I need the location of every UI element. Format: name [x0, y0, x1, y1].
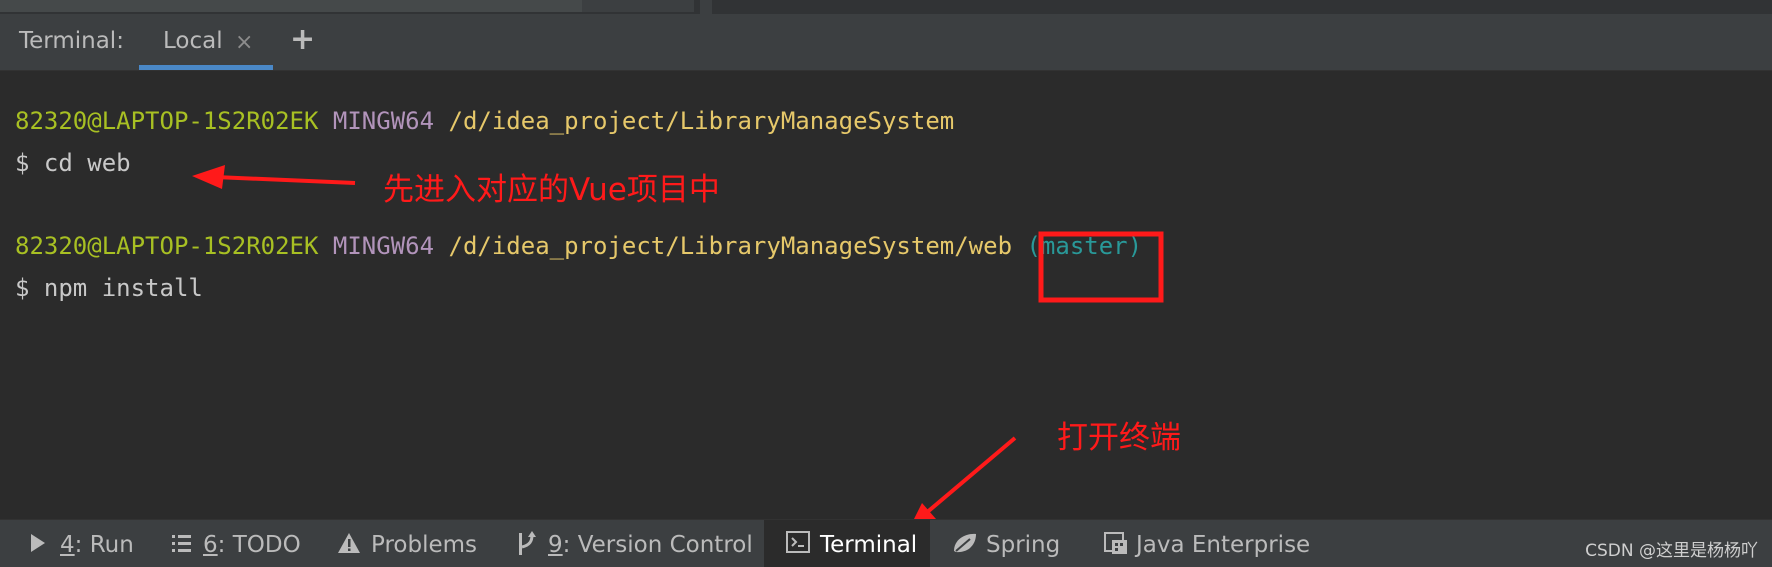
terminal-output[interactable]: 82320@LAPTOP-1S2R02EK MINGW64 /d/idea_pr…: [0, 71, 1772, 519]
vcs-shortcut: 9: [548, 532, 563, 558]
new-session-button[interactable]: +: [290, 22, 315, 57]
play-icon: [31, 534, 45, 552]
editor-tab-area: [0, 0, 582, 12]
annotation-overlay: [192, 165, 1164, 519]
version-control-tool-button[interactable]: 9: Version Control: [514, 520, 754, 567]
run-label: : Run: [74, 532, 134, 558]
branch-icon: [519, 531, 536, 555]
watermark: CSDN @这里是杨杨吖: [1585, 541, 1758, 561]
problems-tool-button[interactable]: Problems: [335, 520, 478, 567]
java-enterprise-tool-button[interactable]: Java Enterprise: [1102, 520, 1312, 567]
run-shortcut: 4: [60, 532, 75, 558]
tab-local[interactable]: Local ×: [139, 14, 273, 70]
java-enterprise-label: Java Enterprise: [1136, 532, 1311, 558]
close-icon[interactable]: ×: [235, 30, 253, 55]
editor-tab-area-2: [582, 0, 694, 12]
annotation-open-terminal: 打开终端: [1057, 420, 1181, 456]
tool-window-bar: 4: Run 6: TODO Problems 9: Version Contr…: [0, 519, 1772, 567]
spring-leaf-icon: [954, 533, 976, 553]
run-tool-button[interactable]: 4: Run: [22, 520, 142, 567]
vcs-label: : Version Control: [562, 532, 753, 558]
arrow-to-terminal-tab: [914, 436, 1017, 519]
todo-label: : TODO: [217, 532, 301, 558]
problems-label: Problems: [371, 532, 478, 558]
terminal-tool-button[interactable]: Terminal: [764, 520, 930, 567]
arrow-to-cd-command: [192, 165, 356, 189]
spring-tool-button[interactable]: Spring: [950, 520, 1070, 567]
editor-top-strip: [0, 0, 1772, 14]
todo-tool-button[interactable]: 6: TODO: [165, 520, 305, 567]
spring-label: Spring: [986, 532, 1061, 558]
terminal-title: Terminal:: [19, 28, 124, 54]
annotation-enter-project: 先进入对应的Vue项目中: [383, 172, 720, 208]
tab-local-label: Local: [163, 28, 223, 54]
java-enterprise-icon: [1104, 532, 1127, 554]
terminal-icon: [786, 531, 810, 553]
todo-shortcut: 6: [203, 532, 218, 558]
list-icon: [172, 535, 191, 552]
terminal-tool-label: Terminal: [820, 532, 918, 558]
highlight-box-web: [1038, 231, 1164, 303]
active-tab-indicator: [139, 65, 273, 70]
terminal-header: Terminal: Local × +: [0, 14, 1772, 71]
warning-icon: [338, 533, 360, 553]
splitter[interactable]: [700, 0, 712, 14]
